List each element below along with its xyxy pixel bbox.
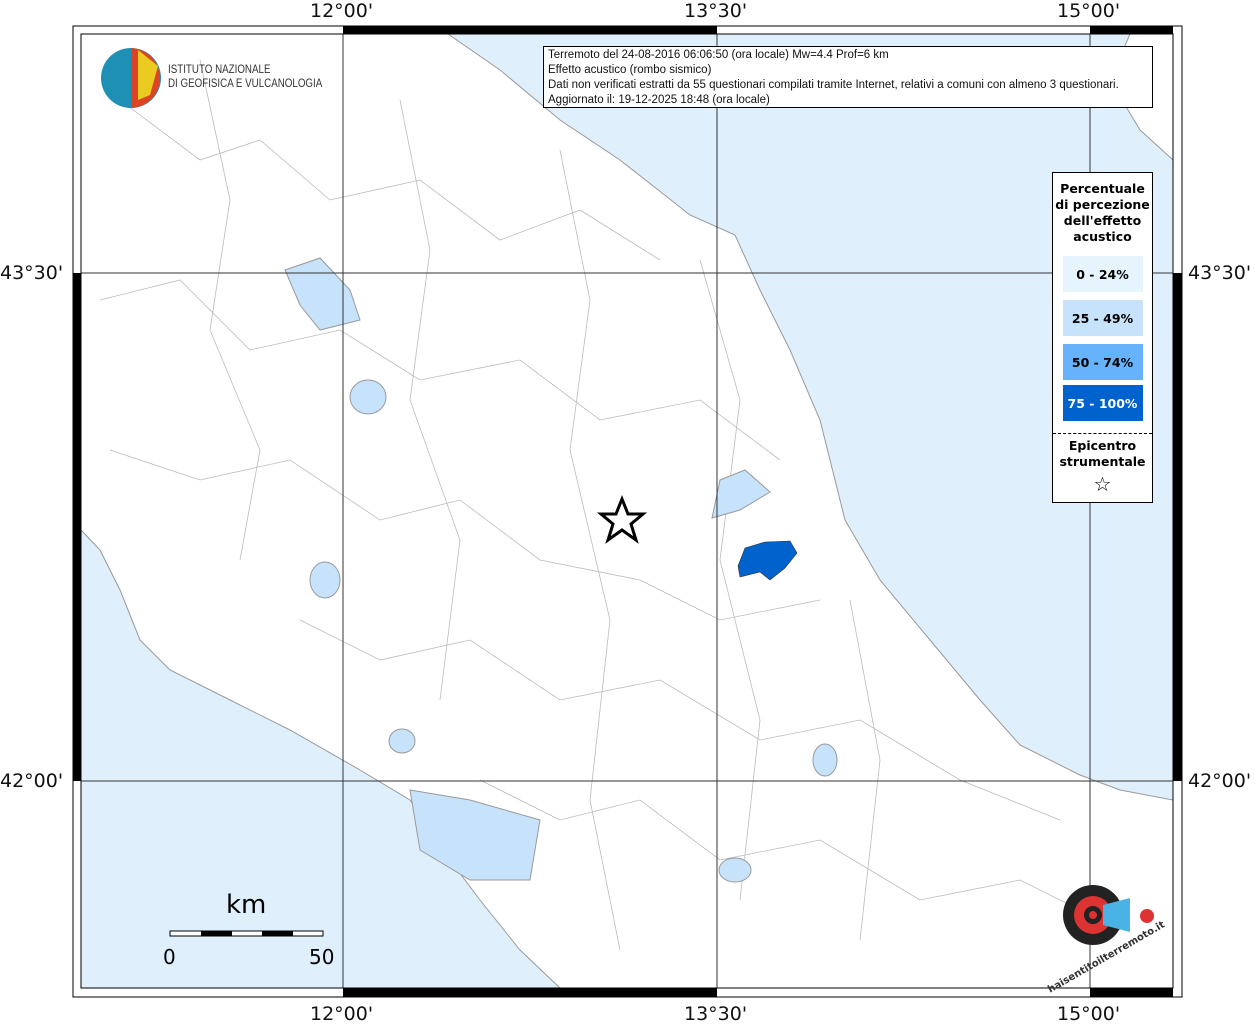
lat-tick-left: 43°30': [0, 262, 64, 284]
lon-tick-bottom: 13°30': [684, 1003, 748, 1025]
ingv-logo-text: ISTITUTO NAZIONALE DI GEOFISICA E VULCAN…: [168, 63, 322, 91]
scale-max: 50: [309, 945, 335, 969]
data-note: Dati non verificati estratti da 55 quest…: [548, 79, 1119, 91]
legend-title: Percentuale di percezione dell'effetto a…: [1053, 181, 1152, 245]
ingv-line: DI GEOFISICA E VULCANOLOGIA: [168, 78, 323, 90]
legend-title-line: di percezione: [1055, 197, 1150, 212]
event-info-box: Terremoto del 24-08-2016 06:06:50 (ora l…: [543, 46, 1153, 108]
legend-title-line: Percentuale: [1060, 181, 1145, 196]
scale-min: 0: [163, 945, 176, 969]
event-title: Terremoto del 24-08-2016 06:06:50 (ora l…: [548, 49, 889, 61]
lon-tick-bottom: 12°00': [310, 1003, 374, 1025]
scale-bar: [169, 930, 324, 937]
legend: Percentuale di percezione dell'effetto a…: [1052, 172, 1153, 503]
legend-divider: [1053, 433, 1152, 434]
scale-unit: km: [226, 890, 267, 920]
ingv-logo-globe: [101, 48, 161, 108]
legend-title-line: acustico: [1073, 229, 1132, 244]
legend-class-25-49: 25 - 49%: [1062, 300, 1143, 336]
legend-class-75-100: 75 - 100%: [1062, 385, 1143, 421]
star-icon: ☆: [1093, 472, 1112, 496]
lon-tick-bottom: 15°00': [1057, 1003, 1121, 1025]
updated: Aggiornato il: 19-12-2025 18:48 (ora loc…: [548, 94, 770, 106]
lon-tick-top: 13°30': [684, 0, 748, 22]
legend-title-line: dell'effetto: [1063, 213, 1142, 228]
legend-class-0-24: 0 - 24%: [1062, 256, 1143, 292]
map-canvas[interactable]: [0, 0, 1255, 1024]
lon-tick-top: 12°00': [310, 0, 374, 22]
lat-tick-right: 43°30': [1188, 262, 1252, 284]
legend-class-50-74: 50 - 74%: [1062, 344, 1143, 380]
legend-epicenter-label: Epicentro: [1068, 438, 1137, 453]
lat-tick-left: 42°00': [0, 770, 64, 792]
ingv-line: ISTITUTO NAZIONALE: [168, 64, 271, 76]
effect-type: Effetto acustico (rombo sismico): [548, 64, 712, 76]
legend-epicenter-label: strumentale: [1059, 454, 1146, 469]
lon-tick-top: 15°00': [1057, 0, 1121, 22]
lat-tick-right: 42°00': [1188, 770, 1252, 792]
